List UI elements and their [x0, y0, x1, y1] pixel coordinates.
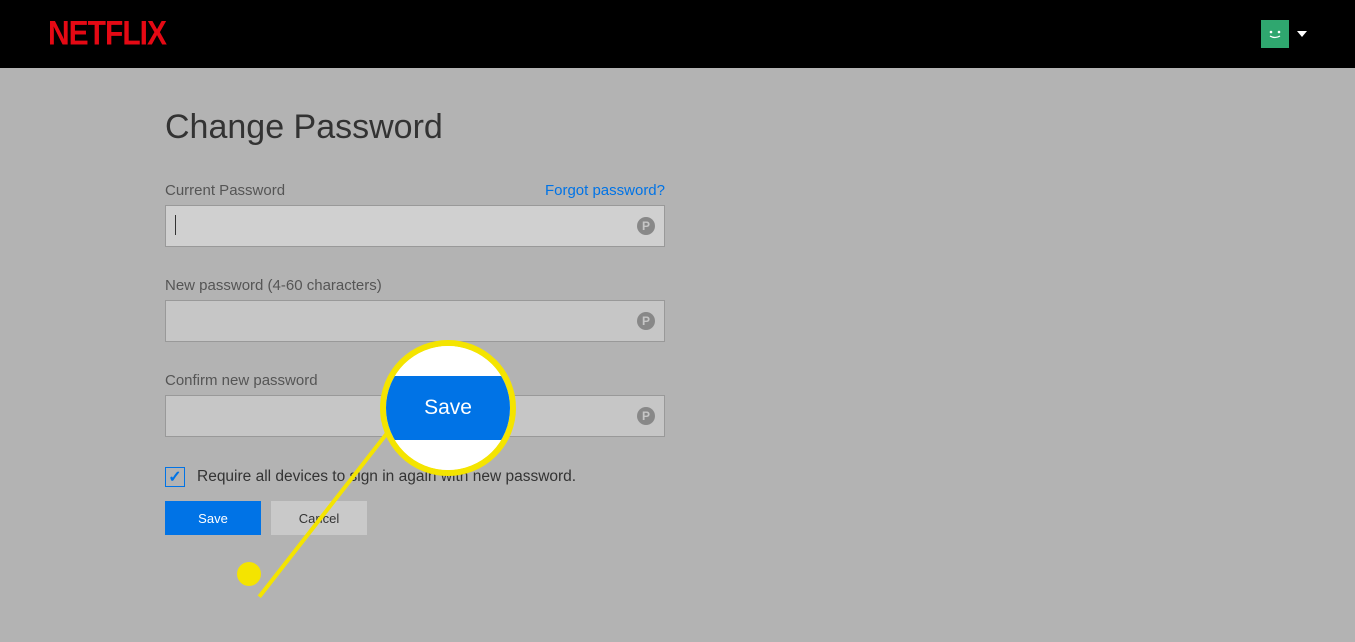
password-manager-icon[interactable]: P	[637, 217, 655, 235]
avatar	[1261, 20, 1289, 48]
password-manager-icon[interactable]: P	[637, 312, 655, 330]
page-content: Change Password Current Password Forgot …	[0, 68, 760, 535]
netflix-logo[interactable]: NETFLIX	[48, 14, 166, 53]
buttons-row: Save Cancel	[165, 501, 760, 535]
require-signin-label: Require all devices to sign in again wit…	[197, 468, 576, 486]
annotation-save-button: Save	[386, 376, 510, 440]
caret-down-icon	[1297, 31, 1307, 37]
password-manager-icon[interactable]: P	[637, 407, 655, 425]
new-password-label: New password (4-60 characters)	[165, 277, 382, 294]
new-password-group: New password (4-60 characters) P	[165, 277, 665, 342]
current-password-input[interactable]	[165, 205, 665, 247]
text-cursor	[175, 215, 176, 235]
page-title: Change Password	[165, 108, 760, 147]
annotation-pointer-dot	[237, 562, 261, 586]
current-password-label: Current Password	[165, 182, 285, 199]
new-password-input[interactable]	[165, 300, 665, 342]
forgot-password-link[interactable]: Forgot password?	[545, 182, 665, 199]
confirm-password-label: Confirm new password	[165, 372, 318, 389]
save-button[interactable]: Save	[165, 501, 261, 535]
header: NETFLIX	[0, 0, 1355, 68]
require-signin-checkbox[interactable]: ✓	[165, 467, 185, 487]
annotation-callout: Save	[380, 340, 516, 476]
check-icon: ✓	[168, 467, 181, 487]
current-password-group: Current Password Forgot password? P	[165, 182, 665, 247]
profile-menu[interactable]	[1261, 20, 1307, 48]
